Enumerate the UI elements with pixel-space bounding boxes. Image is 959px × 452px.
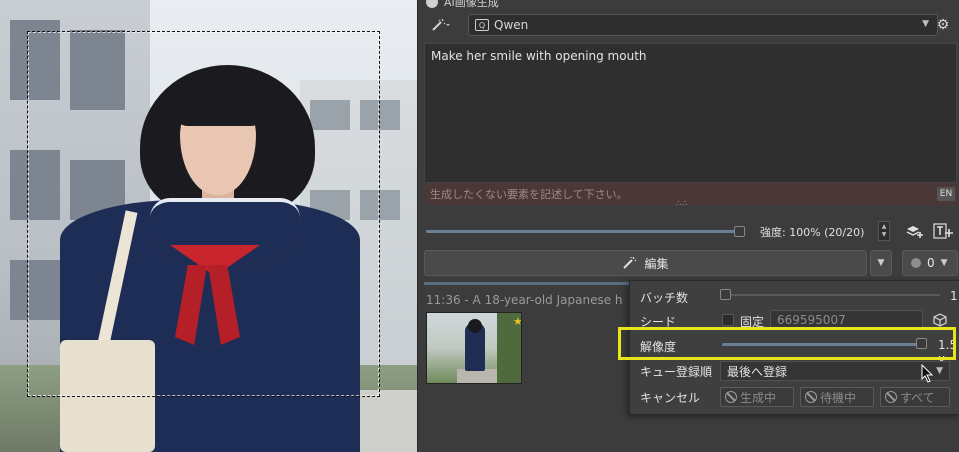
seed-fixed-checkbox[interactable] xyxy=(722,314,734,326)
text-add-icon[interactable] xyxy=(932,220,954,242)
batch-slider-thumb[interactable] xyxy=(720,289,731,300)
spin-up-icon[interactable]: ▲ xyxy=(882,223,887,231)
star-icon[interactable]: ★ xyxy=(513,315,521,328)
batch-slider-track[interactable] xyxy=(722,294,940,296)
gear-icon[interactable]: ⚙ xyxy=(932,14,954,36)
mouse-cursor-icon xyxy=(921,364,934,383)
edit-button[interactable]: 編集 xyxy=(424,250,867,276)
cancel-generating-button[interactable]: 生成中 xyxy=(720,387,794,407)
prompt-textarea[interactable]: Make her smile with opening mouth xyxy=(424,43,957,183)
generation-options-popup: バッチ数 1 シード 固定 669595007 解像度 1.5 x キュー登録順… xyxy=(629,280,959,415)
seed-fixed-label: 固定 xyxy=(740,315,765,329)
strength-spinner[interactable]: ▲ ▼ xyxy=(878,221,890,241)
history-caption: 11:36 - A 18-year-old Japanese h xyxy=(426,293,623,307)
strength-row: 強度: 100% (20/20) ▲ ▼ xyxy=(424,220,957,244)
strength-slider-thumb[interactable] xyxy=(734,226,745,237)
chevron-down-icon: ▼ xyxy=(940,258,948,268)
resolution-slider-thumb[interactable] xyxy=(916,338,927,349)
cancel-all-label: すべて xyxy=(900,390,935,405)
seed-label: シード xyxy=(640,315,677,329)
resize-grip-icon[interactable]: ∴∴ xyxy=(676,199,688,208)
queue-label: キュー登録順 xyxy=(640,365,713,379)
queue-order-select[interactable]: 最後へ登録 ▼ xyxy=(720,361,950,381)
generation-progress-bar xyxy=(424,282,634,285)
count-select[interactable]: 0 ▼ xyxy=(902,250,958,276)
ban-icon xyxy=(725,391,737,403)
model-select[interactable]: Q Qwen ▼ xyxy=(468,14,938,36)
cancel-label: キャンセル xyxy=(640,391,701,405)
selection-marquee[interactable] xyxy=(27,31,380,397)
history-thumbnail[interactable]: ★ xyxy=(426,312,522,384)
edit-button-label: 編集 xyxy=(644,256,669,271)
prompt-text: Make her smile with opening mouth xyxy=(431,49,647,63)
ban-icon xyxy=(885,391,897,403)
panel-title: AI画像生成 xyxy=(444,0,499,9)
strength-slider-track[interactable] xyxy=(426,230,736,233)
panel-header: AI画像生成 xyxy=(426,0,499,12)
model-name: Qwen xyxy=(494,18,529,32)
chevron-down-icon: ▼ xyxy=(936,366,943,376)
cancel-waiting-label: 待機中 xyxy=(820,390,857,405)
language-badge[interactable]: EN xyxy=(937,187,955,201)
chevron-down-icon: ▼ xyxy=(877,258,885,268)
model-badge: Q xyxy=(475,19,489,31)
panel-icon xyxy=(426,0,438,8)
layers-add-icon[interactable] xyxy=(904,220,926,242)
ai-image-panel: AI画像生成 Q Qwen ▼ ⚙ Make her smile with op… xyxy=(417,0,959,452)
resolution-slider-track[interactable] xyxy=(722,343,922,346)
magic-wand-icon[interactable] xyxy=(424,14,458,36)
app-root: AI画像生成 Q Qwen ▼ ⚙ Make her smile with op… xyxy=(0,0,959,452)
negative-prompt-input[interactable]: 生成したくない要素を記述して下さい。 EN xyxy=(424,183,957,205)
batch-label: バッチ数 xyxy=(640,291,689,305)
seed-value: 669595007 xyxy=(777,313,846,327)
status-dot-icon xyxy=(911,258,921,268)
strength-label: 強度: 100% (20/20) xyxy=(760,226,865,239)
model-row: Q Qwen ▼ ⚙ xyxy=(424,14,954,36)
magic-edit-icon xyxy=(623,256,637,269)
spin-down-icon[interactable]: ▼ xyxy=(882,231,887,239)
chevron-down-icon: ▼ xyxy=(922,19,929,29)
edit-dropdown-button[interactable]: ▼ xyxy=(870,250,892,276)
cancel-generating-label: 生成中 xyxy=(740,390,777,405)
resolution-label: 解像度 xyxy=(640,340,677,354)
batch-value: 1 xyxy=(950,289,958,303)
cube-icon[interactable] xyxy=(930,310,950,330)
cancel-waiting-button[interactable]: 待機中 xyxy=(800,387,874,407)
seed-input[interactable]: 669595007 xyxy=(770,310,923,330)
negative-placeholder: 生成したくない要素を記述して下さい。 xyxy=(430,188,628,201)
count-value: 0 xyxy=(927,256,935,270)
ban-icon xyxy=(805,391,817,403)
image-canvas[interactable] xyxy=(0,0,417,452)
cancel-all-button[interactable]: すべて xyxy=(880,387,950,407)
queue-selected: 最後へ登録 xyxy=(727,364,788,379)
